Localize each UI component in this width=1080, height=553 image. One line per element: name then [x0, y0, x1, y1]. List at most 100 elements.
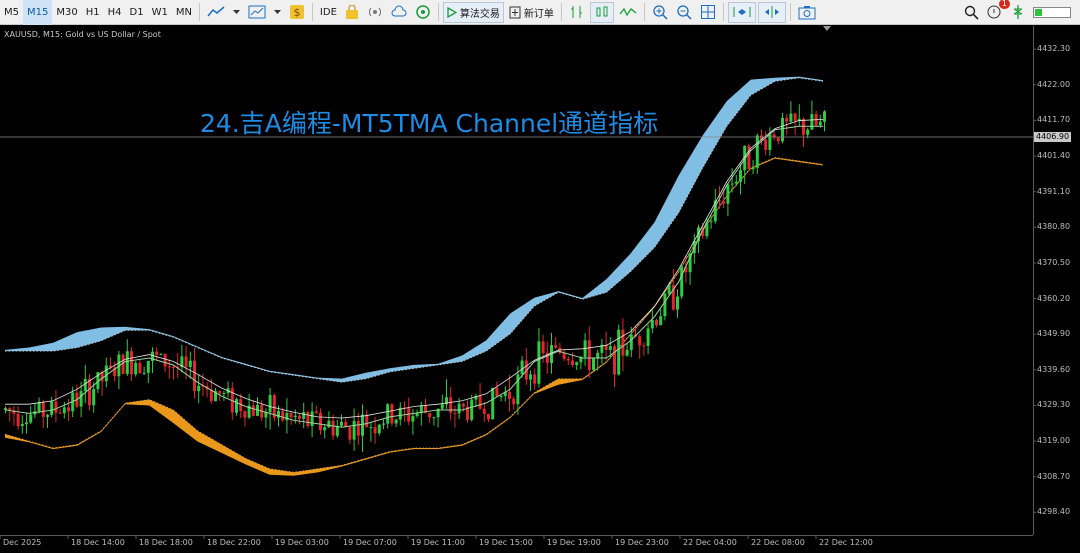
algo-trading-button[interactable]: 算法交易 — [442, 1, 504, 23]
toolbar-divider — [789, 3, 791, 21]
zoom-in-icon — [653, 5, 668, 20]
ide-button[interactable]: IDE — [317, 2, 340, 23]
price-tick-label: 4411.70 — [1037, 115, 1071, 125]
indicator-dropdown[interactable] — [230, 2, 243, 23]
dropdown-icon — [232, 10, 240, 14]
timeframe-m5[interactable]: M5 — [0, 0, 23, 25]
line-chart-button[interactable] — [204, 2, 228, 23]
candle-body — [650, 319, 654, 329]
candle-body — [16, 413, 20, 427]
candle-body — [529, 374, 532, 380]
toolbar-divider — [722, 3, 724, 21]
vps-icon — [416, 5, 430, 19]
price-tick-label: 4319.00 — [1037, 436, 1071, 446]
price-tick-label: 4298.40 — [1037, 507, 1071, 517]
candle-body — [134, 362, 138, 375]
lower-band-fill — [5, 157, 823, 476]
market-button[interactable] — [342, 2, 362, 23]
vps-button[interactable] — [412, 2, 434, 23]
candle-body — [810, 113, 814, 130]
time-tick-label: 19 Dec 19:00 — [547, 538, 601, 547]
candle-body — [722, 201, 726, 204]
candle-body — [193, 360, 196, 392]
battery-level — [1035, 8, 1043, 16]
candle-body — [533, 374, 537, 384]
candle-body — [415, 413, 419, 417]
candle-body — [79, 391, 83, 407]
candle-body — [382, 423, 385, 425]
timeframe-d1[interactable]: D1 — [126, 0, 148, 25]
time-tick-label: 22 Dec 12:00 — [819, 538, 873, 547]
screenshot-button[interactable] — [795, 2, 819, 23]
time-tick-label: 18 Dec 14:00 — [71, 538, 125, 547]
candle-body — [554, 345, 558, 348]
connection-status[interactable] — [1008, 2, 1028, 23]
timeframe-h4[interactable]: H4 — [104, 0, 126, 25]
timeframe-w1[interactable]: W1 — [148, 0, 172, 25]
candle-body — [184, 356, 188, 367]
line-mode-button[interactable] — [616, 2, 640, 23]
candle-body — [319, 412, 322, 431]
chart-type-dropdown[interactable] — [271, 2, 284, 23]
candle-body — [8, 408, 12, 411]
candle-body — [331, 420, 335, 436]
time-tick-label: 19 Dec 11:00 — [411, 538, 465, 547]
price-scale-divider — [1033, 26, 1034, 535]
timeframe-m30[interactable]: M30 — [52, 0, 81, 25]
timeframe-mn[interactable]: MN — [172, 0, 196, 25]
autoscroll-button[interactable] — [727, 1, 756, 23]
candle-body — [478, 396, 482, 409]
time-tick-label: 22 Dec 08:00 — [751, 538, 805, 547]
toolbar-divider — [643, 3, 645, 21]
price-chart[interactable]: XAUUSD, M15: Gold vs US Dollar / Spot 24… — [0, 26, 1080, 553]
timeframe-h1[interactable]: H1 — [82, 0, 104, 25]
candle-body — [453, 412, 457, 414]
grid-button[interactable] — [697, 2, 719, 23]
candle-body — [197, 385, 201, 392]
candle-body — [428, 412, 432, 418]
candle-body — [491, 387, 495, 420]
candle-body — [461, 403, 465, 407]
trade-button[interactable]: $ — [286, 2, 308, 23]
candle-body — [571, 360, 574, 365]
notifications-button[interactable]: 1 — [984, 0, 1010, 23]
price-tick-label: 4339.60 — [1037, 364, 1071, 374]
candle-body — [125, 351, 129, 374]
search-button[interactable] — [961, 2, 982, 23]
zoom-out-button[interactable] — [673, 2, 695, 23]
candle-body — [289, 413, 293, 418]
candle-body — [789, 113, 793, 122]
candle-chart-button[interactable] — [589, 1, 614, 23]
time-scale-divider — [0, 535, 1033, 536]
svg-text:$: $ — [293, 6, 300, 19]
candle-body — [751, 167, 755, 170]
candle-body — [352, 420, 356, 440]
chart-shift-button[interactable] — [757, 1, 786, 23]
candle-body — [642, 345, 646, 347]
symbol-label: XAUUSD, M15: Gold vs US Dollar / Spot — [4, 30, 161, 39]
candle-body — [268, 395, 272, 413]
candle-body — [680, 266, 684, 297]
candle-body — [306, 412, 310, 426]
candle-body — [734, 181, 738, 184]
candle-body — [470, 399, 474, 420]
candle-icon — [596, 6, 608, 17]
candle-body — [562, 352, 566, 359]
zoom-in-button[interactable] — [649, 2, 671, 23]
candle-body — [781, 117, 784, 142]
candle-body — [138, 362, 142, 374]
timeframe-m15[interactable]: M15 — [23, 0, 53, 25]
candle-body — [25, 422, 28, 425]
battery-icon — [1033, 6, 1071, 18]
time-tick-label: 22 Dec 04:00 — [683, 538, 737, 547]
candle-body — [407, 408, 411, 422]
signals-button[interactable] — [364, 2, 386, 23]
bar-chart-button[interactable] — [566, 2, 588, 23]
chart-type-icon — [248, 5, 266, 19]
candle-body — [369, 427, 373, 429]
chart-type-button[interactable] — [245, 2, 269, 23]
candle-body — [818, 121, 822, 126]
new-order-button[interactable]: 新订单 — [506, 2, 557, 23]
cloud-button[interactable] — [388, 2, 410, 23]
price-tick-label: 4380.80 — [1037, 222, 1071, 232]
